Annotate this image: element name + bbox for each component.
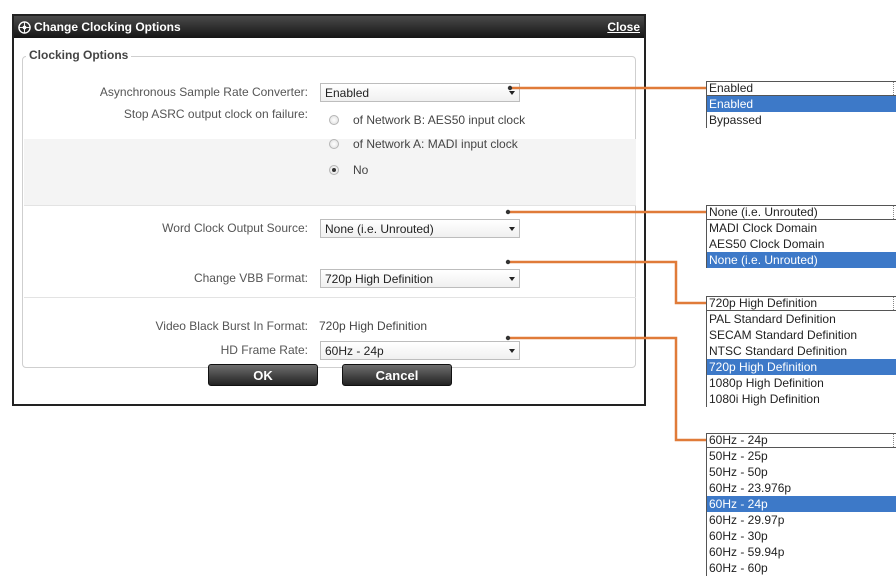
- dropdown-option[interactable]: 60Hz - 60p: [707, 560, 896, 576]
- dropdown-option[interactable]: 1080p High Definition: [707, 375, 896, 391]
- dropdown-option[interactable]: 60Hz - 59.94p: [707, 544, 896, 560]
- dropdown-option[interactable]: 50Hz - 25p: [707, 448, 896, 464]
- dropdown-list: PAL Standard Definition SECAM Standard D…: [706, 311, 896, 407]
- dropdown-option[interactable]: 1080i High Definition: [707, 391, 896, 407]
- dropdown-option[interactable]: 50Hz - 50p: [707, 464, 896, 480]
- dropdown-list: Enabled Bypassed: [706, 96, 896, 128]
- connector-dot: [507, 85, 513, 91]
- connector-dot: [505, 209, 511, 215]
- dropdown-list: MADI Clock Domain AES50 Clock Domain Non…: [706, 220, 896, 268]
- framerate-dropdown-popup: 60Hz - 24p 50Hz - 25p 50Hz - 50p 60Hz - …: [706, 433, 896, 576]
- dropdown-current-value: Enabled: [709, 81, 754, 95]
- dropdown-option[interactable]: AES50 Clock Domain: [707, 236, 896, 252]
- dropdown-option[interactable]: None (i.e. Unrouted): [707, 252, 896, 268]
- dropdown-option[interactable]: 60Hz - 29.97p: [707, 512, 896, 528]
- dropdown-option[interactable]: 60Hz - 23.976p: [707, 480, 896, 496]
- connector-framerate: [508, 336, 708, 442]
- dropdown-option[interactable]: MADI Clock Domain: [707, 220, 896, 236]
- dropdown-option[interactable]: 60Hz - 24p: [707, 496, 896, 512]
- dropdown-current-value: None (i.e. Unrouted): [709, 205, 818, 219]
- dropdown-option[interactable]: SECAM Standard Definition: [707, 327, 896, 343]
- vbb-dropdown-popup: 720p High Definition PAL Standard Defini…: [706, 296, 896, 407]
- dropdown-option[interactable]: 720p High Definition: [707, 359, 896, 375]
- dropdown-option[interactable]: Bypassed: [707, 112, 896, 128]
- asrc-dropdown-popup: Enabled Enabled Bypassed: [706, 81, 896, 128]
- connector-dot: [505, 335, 511, 341]
- dropdown-option[interactable]: 60Hz - 30p: [707, 528, 896, 544]
- dropdown-current-value: 60Hz - 24p: [709, 433, 768, 447]
- dropdown-current-value: 720p High Definition: [709, 296, 818, 310]
- connector-dot: [505, 259, 511, 265]
- dropdown-current[interactable]: None (i.e. Unrouted): [706, 205, 896, 220]
- dropdown-current[interactable]: 720p High Definition: [706, 296, 896, 311]
- dropdown-option[interactable]: NTSC Standard Definition: [707, 343, 896, 359]
- dropdown-current[interactable]: 60Hz - 24p: [706, 433, 896, 448]
- wordclock-dropdown-popup: None (i.e. Unrouted) MADI Clock Domain A…: [706, 205, 896, 268]
- dropdown-option[interactable]: Enabled: [707, 96, 896, 112]
- dropdown-list: 50Hz - 25p 50Hz - 50p 60Hz - 23.976p 60H…: [706, 448, 896, 576]
- dropdown-current[interactable]: Enabled: [706, 81, 896, 96]
- dropdown-option[interactable]: PAL Standard Definition: [707, 311, 896, 327]
- connector-vbb: [508, 260, 708, 305]
